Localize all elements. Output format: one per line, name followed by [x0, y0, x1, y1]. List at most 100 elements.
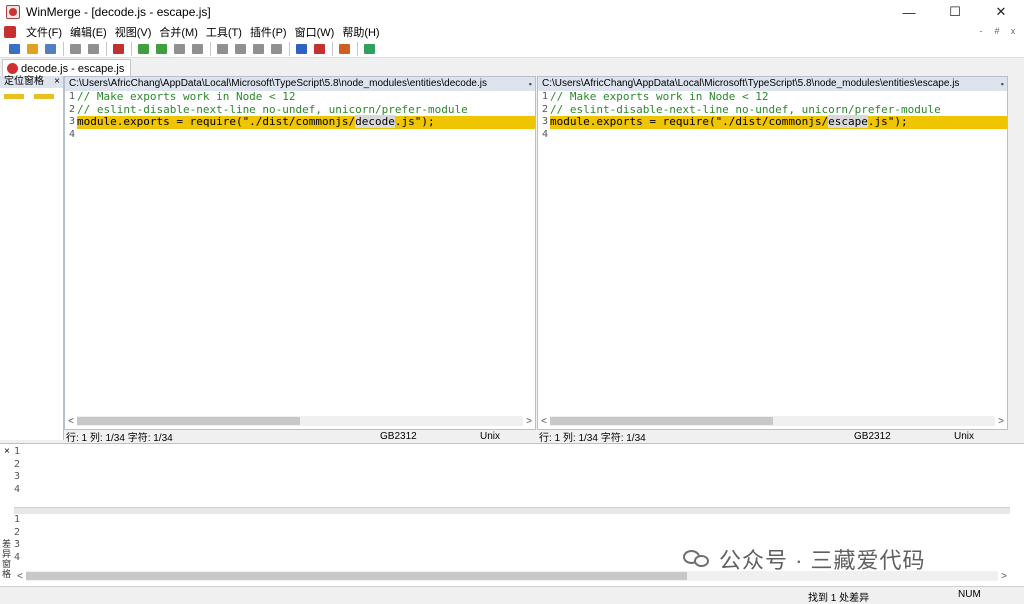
line-text-before: // eslint-disable-next-line no-undef, un… — [77, 102, 468, 116]
line-number: 2 — [68, 103, 75, 115]
menu-merge[interactable]: 合并(M) — [155, 24, 202, 40]
diff-pane-line[interactable]: 3 — [14, 471, 1010, 484]
menu-edit[interactable]: 编辑(E) — [66, 24, 111, 40]
line-number: 3 — [14, 471, 21, 482]
scroll-left-arrow-icon[interactable]: < — [14, 571, 26, 582]
options-icon[interactable] — [336, 42, 352, 56]
refresh-icon[interactable] — [361, 42, 377, 56]
toolbar-separator — [332, 41, 333, 56]
compare-icon[interactable] — [293, 42, 309, 56]
close-button[interactable]: ✕ — [978, 0, 1024, 24]
tab-label: decode.js - escape.js — [21, 62, 125, 75]
scroll-left-arrow-icon[interactable]: < — [538, 416, 550, 427]
title-bar: WinMerge - [decode.js - escape.js] — ☐ ✕ — [0, 0, 1024, 24]
new-icon[interactable] — [6, 42, 22, 56]
line-number: 1 — [14, 514, 21, 525]
menu-tools[interactable]: 工具(T) — [202, 24, 246, 40]
winmerge-app-icon — [6, 5, 20, 19]
right-pane-close-icon[interactable]: ▪ — [997, 77, 1004, 91]
all-left-icon[interactable] — [189, 42, 205, 56]
maximize-button[interactable]: ☐ — [932, 0, 978, 24]
location-pane-header: 定位窗格 × — [0, 76, 63, 88]
menu-view[interactable]: 视图(V) — [111, 24, 156, 40]
left-status-row: 行: 1 列: 1/34 字符: 1/34 GB2312 Unix — [64, 430, 536, 444]
diff-line[interactable]: 3 module.exports = require("./dist/common… — [538, 115, 1007, 129]
line-text-before: // Make exports work in Node < 12 — [550, 90, 769, 103]
line-number: 2 — [14, 458, 21, 470]
mdi-minimize-button[interactable]: - — [974, 25, 988, 37]
location-pane[interactable]: 定位窗格 × — [0, 76, 64, 440]
left-horizontal-scrollbar[interactable]: < > — [65, 415, 535, 427]
diff-pane-line[interactable]: 1 — [14, 514, 1010, 527]
right-horizontal-scrollbar[interactable]: < > — [538, 415, 1007, 427]
left-eol: Unix — [480, 430, 501, 442]
diff-pane-close-button[interactable]: × — [4, 446, 10, 457]
line-number: 2 — [541, 103, 548, 115]
scroll-left-arrow-icon[interactable]: < — [65, 416, 77, 427]
copy-left-icon[interactable] — [153, 42, 169, 56]
left-file-pane[interactable]: C:\Users\AfricChang\AppData\Local\Micros… — [64, 76, 536, 430]
toolbar-separator — [289, 41, 290, 56]
right-code-view[interactable]: 1// Make exports work in Node < 12 2// es… — [538, 90, 1007, 142]
minimize-button[interactable]: — — [886, 0, 932, 24]
compare-doc-icon — [7, 63, 18, 74]
scroll-thumb[interactable] — [26, 572, 687, 580]
mdi-close-button[interactable]: x — [1006, 25, 1020, 37]
toolbar-separator — [63, 41, 64, 56]
diff-pane-line[interactable]: 4 — [14, 484, 1010, 497]
toolbar — [0, 40, 1024, 58]
diff-pane-line[interactable]: 2 — [14, 527, 1010, 540]
mdi-restore-button[interactable]: # — [990, 25, 1004, 37]
undo-icon[interactable] — [67, 42, 83, 56]
vertical-scroll-area[interactable] — [1008, 76, 1024, 442]
window-title: WinMerge - [decode.js - escape.js] — [26, 5, 211, 19]
watermark-text: 公众号 · 三藏爱代码 — [719, 548, 926, 573]
tab-decode-escape[interactable]: decode.js - escape.js — [2, 59, 132, 77]
last-diff-icon[interactable] — [268, 42, 284, 56]
scroll-thumb[interactable] — [77, 417, 300, 425]
line-text: module.exports = require("./dist/commonj… — [77, 115, 435, 129]
left-cursor-position: 行: 1 列: 1/34 字符: 1/34 — [66, 432, 173, 444]
right-cursor-position: 行: 1 列: 1/34 字符: 1/34 — [539, 432, 646, 444]
diff-line[interactable]: 3 module.exports = require("./dist/common… — [65, 115, 535, 129]
prev-diff-icon[interactable] — [232, 42, 248, 56]
word-diff-highlight: decode — [355, 115, 395, 128]
line-number: 4 — [541, 128, 548, 140]
line-text-before: module.exports = require("./dist/commonj… — [550, 115, 829, 128]
line-number: 1 — [541, 91, 548, 102]
menu-plugins[interactable]: 插件(P) — [246, 24, 291, 40]
line-text: module.exports = require("./dist/commonj… — [550, 115, 908, 129]
redo-icon[interactable] — [85, 42, 101, 56]
menu-file[interactable]: 文件(F) — [22, 24, 66, 40]
diff-pane-line[interactable]: 2 — [14, 459, 1010, 472]
code-line[interactable]: 4 — [65, 129, 535, 142]
scroll-right-arrow-icon[interactable]: > — [998, 571, 1010, 582]
right-file-pane[interactable]: C:\Users\AfricChang\AppData\Local\Micros… — [537, 76, 1008, 430]
menu-window[interactable]: 窗口(W) — [291, 24, 339, 40]
right-file-path-header: C:\Users\AfricChang\AppData\Local\Micros… — [538, 77, 1007, 91]
left-code-view[interactable]: 1// Make exports work in Node < 12 2// es… — [65, 90, 535, 142]
merge-icon[interactable] — [311, 42, 327, 56]
diff-pane-top-view[interactable]: 123 4 — [14, 446, 1010, 496]
copy-right-icon[interactable] — [135, 42, 151, 56]
scroll-right-arrow-icon[interactable]: > — [523, 416, 535, 427]
diff-icon[interactable] — [110, 42, 126, 56]
open-icon[interactable] — [24, 42, 40, 56]
next-diff-icon[interactable] — [214, 42, 230, 56]
location-diff-marker[interactable] — [4, 94, 60, 100]
location-pane-close-button[interactable]: × — [54, 76, 60, 88]
diff-count-status: 找到 1 处差异 — [808, 593, 870, 604]
line-number: 1 — [68, 91, 75, 102]
menu-bar: 文件(F) 编辑(E) 视图(V) 合并(M) 工具(T) 插件(P) 窗口(W… — [0, 24, 1024, 40]
save-icon[interactable] — [42, 42, 58, 56]
menu-help[interactable]: 帮助(H) — [338, 24, 383, 40]
document-icon[interactable] — [4, 26, 16, 38]
scroll-right-arrow-icon[interactable]: > — [995, 416, 1007, 427]
code-line[interactable]: 4 — [538, 129, 1007, 142]
first-diff-icon[interactable] — [250, 42, 266, 56]
line-number: 1 — [14, 446, 21, 457]
scroll-thumb[interactable] — [550, 417, 773, 425]
left-pane-close-icon[interactable]: ▪ — [525, 77, 532, 91]
all-right-icon[interactable] — [171, 42, 187, 56]
diff-pane-line[interactable]: 1 — [14, 446, 1010, 459]
